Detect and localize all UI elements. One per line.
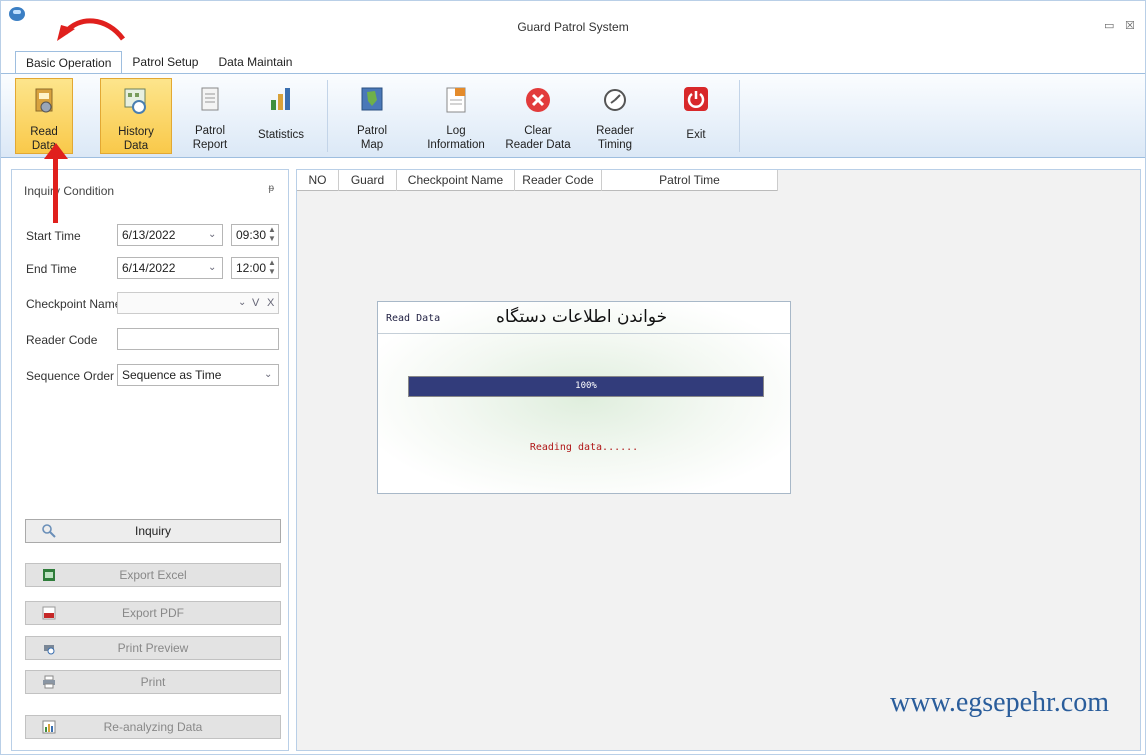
search-icon (42, 524, 56, 538)
print-preview-button[interactable]: Print Preview (25, 636, 281, 660)
dialog-persian-title: خواندن اطلاعات دستگاه (496, 307, 668, 327)
reader-code-label: Reader Code (26, 333, 98, 347)
chevron-down-icon[interactable]: ⌄ (208, 262, 216, 273)
print-label: Print (140, 675, 166, 689)
grid-header: NO Guard Checkpoint Name Reader Code Pat… (297, 170, 778, 191)
patrol-map-icon (361, 87, 383, 111)
dialog-status: Reading data...... (529, 442, 639, 453)
col-patrol-time[interactable]: Patrol Time (602, 170, 778, 191)
log-information-label: Log Information (427, 125, 485, 151)
print-preview-label: Print Preview (117, 641, 189, 655)
inquiry-label: Inquiry (134, 524, 172, 538)
read-data-dialog: Read Data خواندن اطلاعات دستگاه 100% Rea… (377, 301, 791, 494)
pin-icon[interactable]: ᵽ (268, 183, 274, 194)
end-date-value: 6/14/2022 (122, 261, 176, 275)
ribbon-tabs: Basic Operation Patrol Setup Data Mainta… (15, 51, 302, 73)
timing-icon (604, 89, 626, 111)
export-pdf-label: Export PDF (121, 606, 184, 620)
re-analyzing-data-button[interactable]: Re-analyzing Data (25, 715, 281, 739)
tab-basic-operation[interactable]: Basic Operation (15, 51, 123, 73)
printer-icon (43, 675, 55, 689)
exit-label: Exit (686, 129, 706, 141)
col-reader-code[interactable]: Reader Code (515, 170, 602, 191)
select-all-button[interactable]: V (252, 297, 259, 309)
print-button[interactable]: Print (25, 670, 281, 694)
ribbon-separator (327, 80, 328, 152)
dialog-header: Read Data خواندن اطلاعات دستگاه (378, 302, 790, 334)
tab-patrol-setup[interactable]: Patrol Setup (122, 51, 208, 73)
reader-timing-label: Reader Timing (596, 125, 634, 151)
col-no[interactable]: NO (297, 170, 339, 191)
col-checkpoint-name[interactable]: Checkpoint Name (397, 170, 515, 191)
inquiry-condition-panel: Inquiry Condition ᵽ Start Time 6/13/2022… (11, 169, 289, 751)
patrol-report-label: Patrol Report (192, 125, 228, 151)
progress-bar: 100% (408, 376, 764, 397)
annotation-arrow (53, 151, 58, 223)
chevron-down-icon[interactable]: ⌄ (264, 369, 272, 380)
re-analyzing-data-label: Re-analyzing Data (103, 720, 203, 734)
close-button[interactable]: ☒ (1125, 19, 1135, 32)
statistics-button[interactable]: Statistics (248, 78, 314, 154)
exit-icon (684, 87, 708, 111)
app-logo-icon (9, 7, 25, 21)
minimize-button[interactable]: ▭ (1104, 19, 1114, 32)
patrol-map-button[interactable]: Patrol Map (341, 78, 403, 154)
start-date-value: 6/13/2022 (122, 228, 176, 242)
patrol-report-button[interactable]: Patrol Report (181, 78, 239, 154)
inquiry-button[interactable]: Inquiry (25, 519, 281, 543)
pdf-icon (42, 606, 56, 620)
ribbon-toolbar: Read Data History Data Patrol Report Sta… (1, 73, 1145, 158)
panel-title: Inquiry Condition (24, 184, 115, 198)
spinner-icon[interactable]: ▲ ▼ (267, 258, 277, 278)
patrol-report-icon (201, 87, 219, 111)
sequence-order-value: Sequence as Time (122, 368, 222, 382)
read-data-icon (35, 88, 53, 113)
end-time-value: 12:00 (236, 261, 267, 275)
title-bar: Guard Patrol System ▭ ☒ (1, 1, 1145, 49)
end-time-label: End Time (26, 262, 77, 276)
export-excel-label: Export Excel (119, 568, 187, 582)
export-pdf-button[interactable]: Export PDF (25, 601, 281, 625)
statistics-icon (271, 88, 290, 110)
chevron-down-icon[interactable]: ⌄ (238, 297, 246, 308)
start-time-label: Start Time (26, 229, 81, 243)
tab-data-maintain[interactable]: Data Maintain (208, 51, 302, 73)
window-title: Guard Patrol System (517, 20, 629, 34)
progress-text: 100% (575, 381, 597, 391)
dialog-title: Read Data (386, 313, 441, 324)
history-data-icon (124, 88, 146, 114)
ribbon-separator (739, 80, 740, 152)
history-data-button[interactable]: History Data (100, 78, 172, 154)
exit-button[interactable]: Exit (667, 78, 725, 154)
clear-reader-data-button[interactable]: Clear Reader Data (503, 78, 573, 154)
log-information-button[interactable]: Log Information (421, 78, 491, 154)
patrol-map-label: Patrol Map (356, 125, 388, 151)
print-preview-icon (44, 645, 55, 655)
log-icon (446, 87, 466, 113)
chevron-down-icon[interactable]: ⌄ (208, 229, 216, 240)
clear-icon (526, 88, 550, 112)
excel-icon (43, 569, 55, 581)
spinner-icon[interactable]: ▲ ▼ (267, 225, 277, 245)
statistics-label: Statistics (257, 129, 304, 141)
export-excel-button[interactable]: Export Excel (25, 563, 281, 587)
sequence-order-label: Sequence Order (26, 369, 115, 383)
sequence-order-select[interactable]: Sequence as Time (117, 364, 279, 386)
start-time-value: 09:30 (236, 228, 267, 242)
col-guard[interactable]: Guard (339, 170, 397, 191)
reader-timing-button[interactable]: Reader Timing (583, 78, 647, 154)
annotation-curved-arrow (57, 18, 126, 41)
clear-selection-button[interactable]: X (267, 297, 274, 309)
clear-reader-data-label: Clear Reader Data (505, 125, 571, 151)
history-data-label: History Data (118, 126, 154, 152)
re-analyze-icon (42, 720, 56, 734)
watermark: www.egsepehr.com (890, 687, 1110, 718)
app-window: Guard Patrol System ▭ ☒ Basic Operation … (0, 0, 1146, 755)
checkpoint-name-label: Checkpoint Name (26, 297, 122, 311)
reader-code-input[interactable] (117, 328, 279, 350)
